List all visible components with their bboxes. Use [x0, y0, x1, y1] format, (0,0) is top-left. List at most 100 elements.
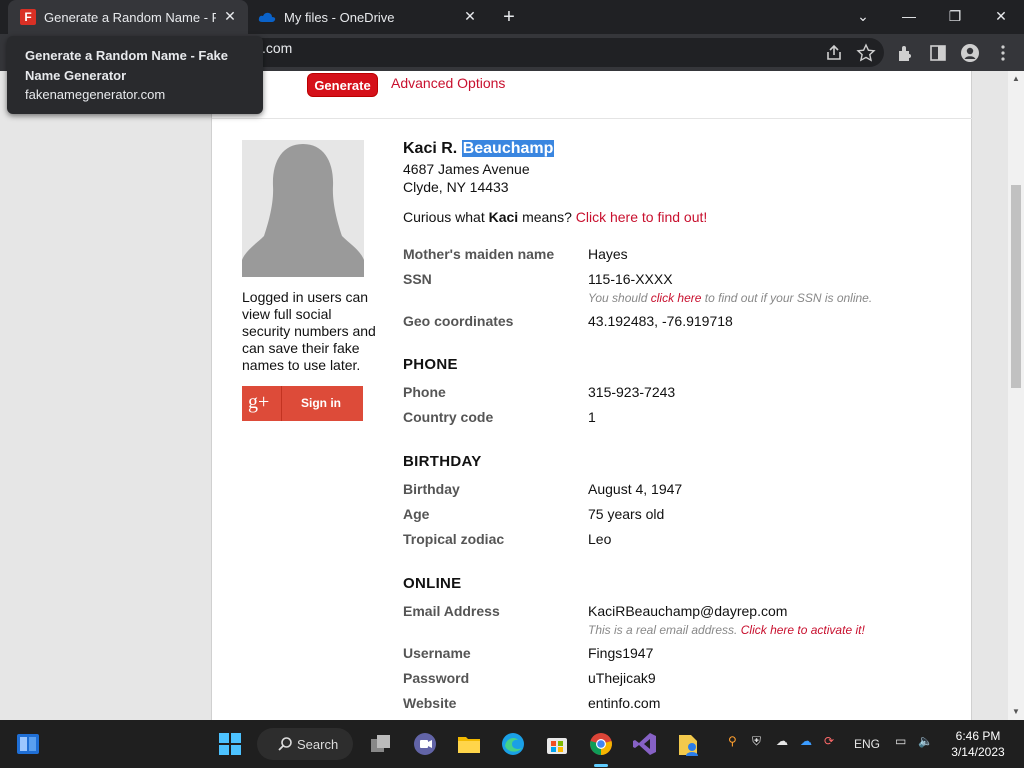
- teams-chat-icon[interactable]: [411, 730, 439, 758]
- new-tab-plus-icon[interactable]: +: [498, 6, 520, 28]
- extensions-icon[interactable]: [896, 43, 916, 63]
- search-icon: [278, 737, 292, 751]
- close-window-icon[interactable]: ✕: [987, 4, 1015, 28]
- generate-button[interactable]: Generate: [307, 73, 378, 97]
- language-indicator[interactable]: ENG: [854, 737, 880, 751]
- tray-magnifier-icon[interactable]: ⚲: [728, 734, 737, 748]
- maiden-label: Mother's maiden name: [403, 246, 555, 262]
- restore-icon[interactable]: ❐: [941, 4, 969, 28]
- birthday-label: Birthday: [403, 481, 460, 497]
- share-icon[interactable]: [824, 43, 844, 63]
- chrome-menu-icon[interactable]: [993, 43, 1013, 63]
- ssn-value: 115-16-XXXX: [588, 271, 673, 287]
- close-tab-icon[interactable]: ✕: [222, 8, 238, 24]
- tooltip-url: fakenamegenerator.com: [25, 87, 166, 102]
- file-explorer-icon[interactable]: [455, 730, 483, 758]
- password-value: uThejicak9: [588, 670, 656, 686]
- ssn-check-link[interactable]: click here: [651, 291, 702, 305]
- divider: [281, 386, 282, 421]
- divider: [212, 118, 973, 119]
- ssn-label: SSN: [403, 271, 432, 287]
- country-code-label: Country code: [403, 409, 494, 425]
- website-label: Website: [403, 695, 457, 711]
- tray-security-icon[interactable]: ⛨: [752, 734, 761, 749]
- profile-avatar-icon[interactable]: [960, 43, 980, 63]
- taskbar-search[interactable]: Search: [257, 728, 353, 760]
- active-app-indicator: [594, 764, 608, 767]
- onedrive-cloud-icon: [258, 12, 276, 22]
- close-tab-icon[interactable]: ✕: [462, 8, 478, 24]
- page-scrollbar[interactable]: ▲ ▼: [1008, 71, 1024, 720]
- tray-sync-icon[interactable]: ⟳: [824, 734, 834, 748]
- email-note-prefix: This is a real email address.: [588, 623, 738, 637]
- profile-silhouette-image: [242, 140, 364, 277]
- system-clock[interactable]: 6:46 PM 3/14/2023: [950, 728, 1006, 760]
- tab-title: My files - OneDrive: [284, 9, 395, 25]
- google-plus-icon: g+: [248, 391, 270, 413]
- password-label: Password: [403, 670, 470, 686]
- google-plus-signin-button[interactable]: g+ Sign in: [242, 386, 363, 421]
- curious-name: Kaci: [488, 209, 519, 225]
- microsoft-store-icon[interactable]: [543, 730, 571, 758]
- scrollbar-thumb[interactable]: [1011, 185, 1021, 388]
- network-icon[interactable]: ▭: [895, 734, 906, 748]
- email-activate-link[interactable]: Click here to activate it!: [741, 623, 865, 637]
- maiden-value: Hayes: [588, 246, 628, 262]
- tab-strip: F Generate a Random Name - Fake Name Gen…: [0, 0, 1024, 34]
- birthday-value: August 4, 1947: [588, 481, 683, 497]
- file-manager-person-icon[interactable]: [675, 730, 703, 758]
- tab-fake-name-generator[interactable]: F Generate a Random Name - Fake Name Gen…: [8, 0, 248, 34]
- widgets-icon[interactable]: [14, 730, 42, 758]
- bookmark-star-icon[interactable]: [856, 43, 876, 63]
- phone-heading: PHONE: [403, 356, 458, 373]
- name-first: Kaci R.: [403, 140, 458, 157]
- tooltip-title: Generate a Random Name - Fake Name Gener…: [25, 48, 229, 83]
- tray-onedrive-icon[interactable]: ☁: [800, 734, 812, 748]
- curious-prefix: Curious what: [403, 209, 485, 225]
- tab-search-chevron-icon[interactable]: ⌄: [849, 4, 877, 28]
- task-view-icon[interactable]: [367, 730, 395, 758]
- full-name: Kaci R. Beauchamp: [403, 140, 963, 160]
- scroll-down-arrow-icon[interactable]: ▼: [1012, 708, 1020, 716]
- name-meaning-prompt: Curious what Kaci means? Click here to f…: [403, 209, 707, 225]
- visual-studio-icon[interactable]: [631, 730, 659, 758]
- phone-label: Phone: [403, 384, 446, 400]
- identity-details: Kaci R. Beauchamp 4687 James Avenue Clyd…: [403, 140, 963, 711]
- content-card: Generate Advanced Options Logged in user…: [211, 71, 973, 720]
- phone-value: 315-923-7243: [588, 384, 676, 400]
- page-viewport: Generate Advanced Options Logged in user…: [0, 71, 1008, 720]
- chrome-icon[interactable]: [587, 730, 615, 758]
- fakenamegenerator-favicon-icon: F: [20, 9, 36, 25]
- ssn-note-suffix: to find out if your SSN is online.: [704, 291, 873, 305]
- tab-hover-tooltip: Generate a Random Name - Fake Name Gener…: [7, 36, 263, 114]
- geo-coordinates-link[interactable]: 43.192483, -76.919718: [588, 313, 733, 329]
- url-text[interactable]: .com: [262, 40, 292, 56]
- tab-onedrive[interactable]: My files - OneDrive ✕: [248, 0, 488, 34]
- curious-suffix: means?: [522, 209, 572, 225]
- tray-cloud-icon[interactable]: ☁: [776, 734, 788, 748]
- clock-time: 6:46 PM: [955, 729, 1001, 743]
- age-value: 75 years old: [588, 506, 665, 522]
- email-value: KaciRBeauchamp@dayrep.com: [588, 603, 788, 619]
- minimize-icon[interactable]: —: [895, 4, 923, 28]
- start-windows-icon[interactable]: [216, 730, 244, 758]
- edge-browser-icon[interactable]: [499, 730, 527, 758]
- online-heading: ONLINE: [403, 575, 462, 592]
- windows-taskbar: Search ⚲ ⛨ ☁ ☁ ⟳ ENG ▭ 🔈 6:46 PM 3/14/20…: [0, 720, 1024, 768]
- signin-label: Sign in: [301, 396, 341, 410]
- email-note: This is a real email address. Click here…: [588, 623, 865, 637]
- female-silhouette-icon: [242, 144, 364, 277]
- side-panel-icon[interactable]: [928, 43, 948, 63]
- scroll-up-arrow-icon[interactable]: ▲: [1012, 75, 1020, 83]
- volume-icon[interactable]: 🔈: [918, 734, 933, 748]
- name-meaning-link[interactable]: Click here to find out!: [576, 209, 708, 225]
- advanced-options-link[interactable]: Advanced Options: [391, 75, 505, 91]
- ssn-note: You should click here to find out if you…: [588, 291, 872, 305]
- login-promo-text: Logged in users can view full social sec…: [242, 289, 376, 373]
- address-line-2: Clyde, NY 14433: [403, 179, 509, 195]
- username-value: Fings1947: [588, 645, 654, 661]
- clock-date: 3/14/2023: [951, 745, 1005, 759]
- name-last-selected[interactable]: Beauchamp: [461, 140, 555, 157]
- country-code-value: 1: [588, 409, 596, 425]
- zodiac-value: Leo: [588, 531, 612, 547]
